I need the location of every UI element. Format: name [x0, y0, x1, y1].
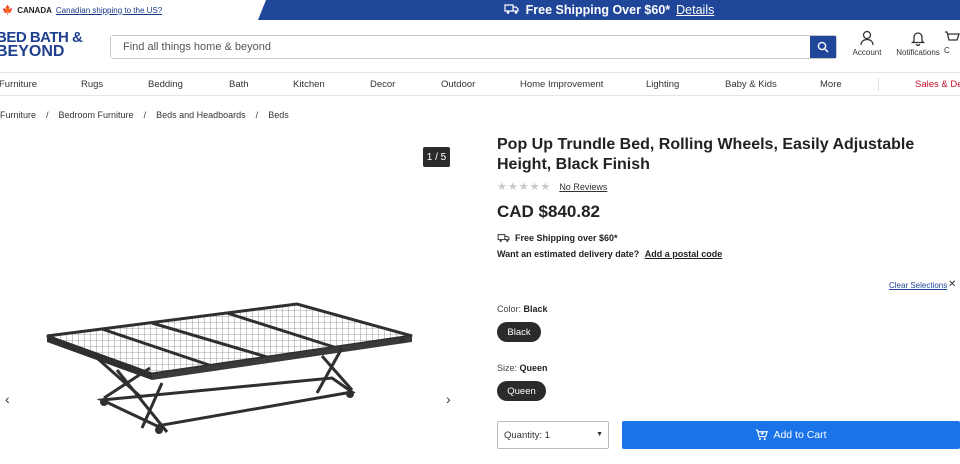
- notifications-button[interactable]: Notifications: [893, 30, 943, 57]
- quantity-value: Quantity: 1: [504, 429, 550, 441]
- trundle-bed-image: [46, 302, 413, 434]
- cart-icon: [756, 429, 769, 441]
- top-bar: 🍁 CANADA Canadian shipping to the US? Fr…: [0, 0, 960, 20]
- add-to-cart-label: Add to Cart: [773, 429, 827, 441]
- next-image-arrow-icon[interactable]: ›: [446, 391, 451, 407]
- quantity-select[interactable]: Quantity: 1 ▼: [497, 421, 609, 449]
- country-selector[interactable]: 🍁 CANADA Canadian shipping to the US?: [0, 0, 162, 20]
- search-icon: [817, 41, 829, 53]
- product-info: Pop Up Trundle Bed, Rolling Wheels, Easi…: [497, 135, 960, 295]
- chevron-down-icon: ▼: [596, 431, 603, 438]
- nav-item-bath[interactable]: Bath: [229, 79, 249, 90]
- breadcrumb-furniture[interactable]: Furniture: [0, 110, 36, 120]
- nav-item-rugs[interactable]: Rugs: [81, 79, 103, 90]
- rating-row: ★★★★★ No Reviews: [497, 180, 960, 193]
- country-label: CANADA: [17, 5, 52, 15]
- search-input[interactable]: [111, 36, 810, 58]
- image-counter: 1 / 5: [423, 147, 450, 167]
- shipping-text: Free Shipping over $60*: [515, 233, 618, 243]
- nav-divider: [878, 78, 879, 91]
- delivery-estimate: Want an estimated delivery date? Add a p…: [497, 249, 722, 259]
- clear-selections-link[interactable]: Clear Selections: [889, 281, 947, 290]
- breadcrumb-separator: /: [143, 110, 147, 120]
- account-icon: [860, 30, 874, 46]
- search-bar: [110, 35, 837, 59]
- color-option-black[interactable]: Black: [497, 322, 541, 342]
- add-postal-code-link[interactable]: Add a postal code: [645, 249, 723, 259]
- cart-label: C: [944, 46, 950, 55]
- account-button[interactable]: Account: [842, 30, 892, 57]
- product-title: Pop Up Trundle Bed, Rolling Wheels, Easi…: [497, 136, 915, 173]
- promo-details-link[interactable]: Details: [676, 3, 714, 17]
- maple-leaf-icon: 🍁: [2, 4, 14, 15]
- size-option-queen[interactable]: Queen: [497, 381, 546, 401]
- breadcrumb-separator: /: [255, 110, 259, 120]
- prev-image-arrow-icon[interactable]: ‹: [5, 391, 10, 407]
- breadcrumb-bedroom-furniture[interactable]: Bedroom Furniture: [59, 110, 134, 120]
- size-label: Size:: [497, 363, 518, 373]
- breadcrumb-beds-headboards[interactable]: Beds and Headboards: [156, 110, 246, 120]
- account-label: Account: [852, 48, 882, 57]
- nav-item-lighting[interactable]: Lighting: [646, 79, 679, 90]
- rating-stars-icon: ★★★★★: [497, 181, 552, 193]
- nav-item-decor[interactable]: Decor: [370, 79, 395, 90]
- breadcrumb: Furniture / Bedroom Furniture / Beds and…: [0, 110, 289, 120]
- nav-item-home-improvement[interactable]: Home Improvement: [520, 79, 603, 90]
- cart-button[interactable]: C: [944, 30, 960, 55]
- notifications-label: Notifications: [896, 48, 940, 57]
- nav-item-sales[interactable]: Sales & De: [915, 79, 960, 90]
- delivery-question: Want an estimated delivery date?: [497, 249, 640, 259]
- cart-icon: [945, 31, 960, 41]
- category-nav: Furniture Rugs Bedding Bath Kitchen Deco…: [0, 72, 960, 96]
- color-label: Color:: [497, 304, 522, 314]
- logo-line-2: BEYOND: [0, 43, 65, 60]
- truck-icon: [504, 3, 520, 18]
- nav-item-outdoor[interactable]: Outdoor: [441, 79, 475, 90]
- breadcrumb-beds[interactable]: Beds: [268, 110, 289, 120]
- breadcrumb-separator: /: [46, 110, 49, 120]
- canadian-shipping-link[interactable]: Canadian shipping to the US?: [56, 6, 162, 15]
- nav-item-kitchen[interactable]: Kitchen: [293, 79, 325, 90]
- site-logo[interactable]: BED BATH & BEYOND: [0, 30, 96, 60]
- nav-item-bedding[interactable]: Bedding: [148, 79, 183, 90]
- search-button[interactable]: [810, 36, 836, 58]
- color-selected-value: Black: [523, 304, 548, 314]
- site-header: BED BATH & BEYOND Account Notifications …: [0, 20, 960, 72]
- close-icon[interactable]: ✕: [948, 279, 956, 290]
- size-selected-value: Queen: [519, 363, 548, 373]
- color-option-label: Color: Black: [497, 304, 548, 314]
- bell-icon: [910, 32, 926, 46]
- promo-banner: Free Shipping Over $60* Details: [258, 0, 960, 20]
- promo-text: Free Shipping Over $60*: [525, 3, 671, 17]
- size-option-label: Size: Queen: [497, 363, 548, 373]
- reviews-link[interactable]: No Reviews: [559, 182, 607, 192]
- product-price: CAD $840.82: [497, 202, 601, 221]
- nav-item-furniture[interactable]: Furniture: [0, 79, 37, 90]
- add-to-cart-button[interactable]: Add to Cart: [622, 421, 960, 449]
- truck-icon: [497, 234, 510, 242]
- shipping-info: Free Shipping over $60*: [497, 233, 618, 243]
- nav-item-baby-kids[interactable]: Baby & Kids: [725, 79, 777, 90]
- nav-item-more[interactable]: More: [820, 79, 842, 90]
